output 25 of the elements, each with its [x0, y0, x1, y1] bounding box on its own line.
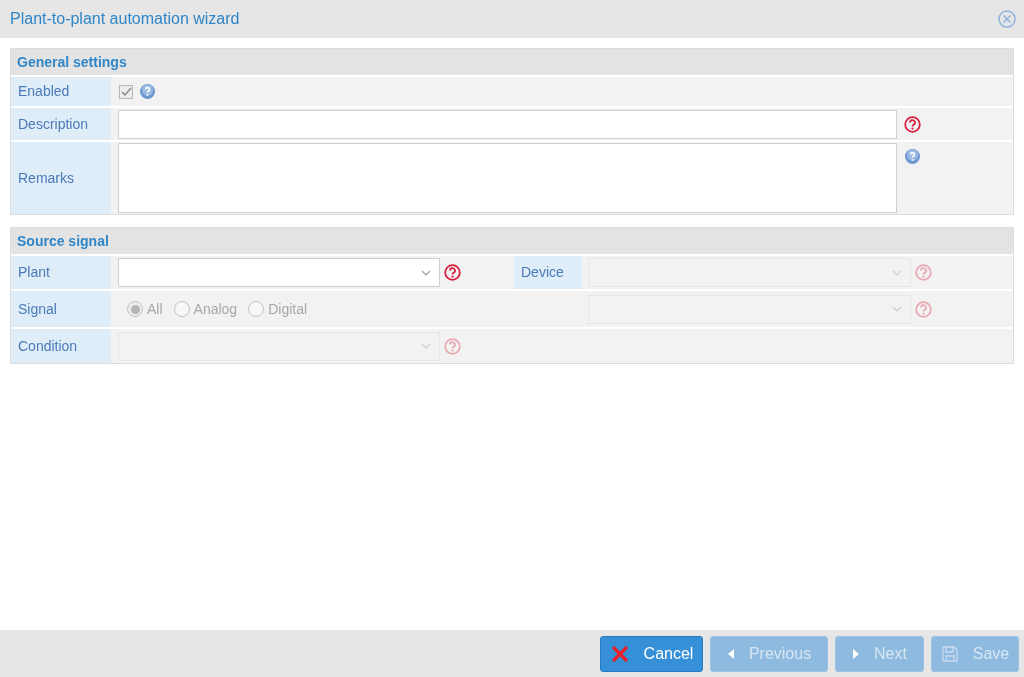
field-label: Signal [11, 291, 111, 327]
remarks-field[interactable] [118, 143, 897, 213]
chevron-down-icon [421, 343, 431, 349]
dropdown-field[interactable] [118, 258, 440, 287]
section-header: General settings [11, 49, 1013, 77]
left-triangle-icon [726, 648, 735, 659]
window-title: Plant-to-plant automation wizard [10, 9, 240, 29]
field-label: Plant [11, 256, 111, 289]
section-header: Source signal [11, 228, 1013, 256]
chevron-down-icon [892, 269, 902, 276]
field-label: Device [514, 256, 582, 289]
question-icon[interactable] [444, 264, 461, 281]
cancel-button[interactable]: Cancel [600, 635, 703, 672]
chevron-down-icon [892, 306, 902, 312]
help-icon[interactable] [904, 148, 921, 165]
chevron-down-icon [421, 269, 431, 276]
field-label: Description [11, 108, 111, 140]
field-label: Enabled [11, 77, 111, 106]
field-label: Condition [11, 329, 111, 363]
right-triangle-icon [852, 648, 861, 659]
description-field[interactable] [118, 109, 897, 139]
question-icon[interactable] [904, 115, 921, 133]
field-label: Remarks [11, 142, 111, 214]
cross-icon [609, 643, 630, 664]
close-icon[interactable] [998, 10, 1016, 28]
